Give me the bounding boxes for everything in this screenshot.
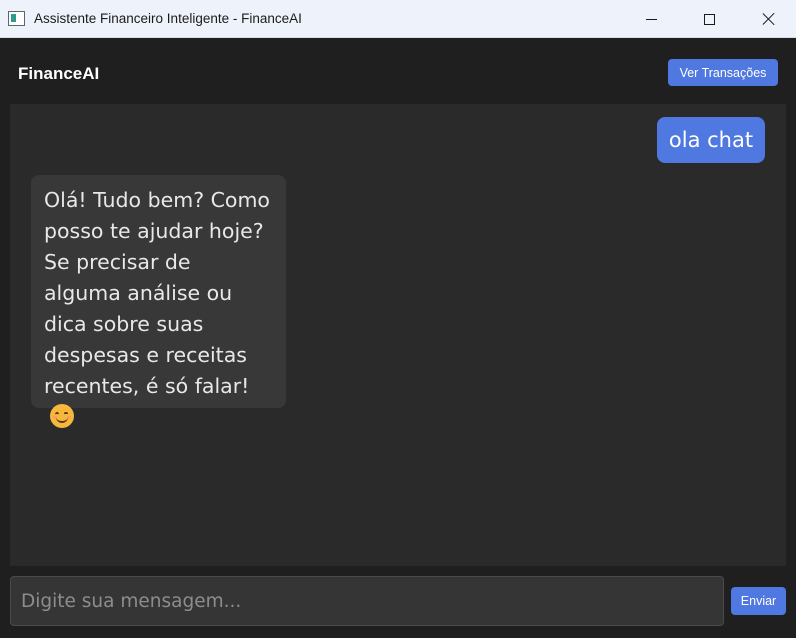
close-icon [762, 12, 776, 26]
app-window-icon [8, 11, 25, 26]
view-transactions-button[interactable]: Ver Transações [668, 59, 778, 86]
maximize-button[interactable] [686, 0, 732, 38]
chat-area[interactable]: ola chat Olá! Tudo bem? Como posso te aj… [10, 104, 786, 566]
title-bar[interactable]: Assistente Financeiro Inteligente - Fina… [0, 0, 796, 38]
minimize-button[interactable] [628, 0, 674, 38]
minimize-icon [645, 18, 657, 20]
user-message-bubble: ola chat [657, 117, 765, 163]
maximize-icon [703, 13, 715, 25]
assistant-message-text: Olá! Tudo bem? Como posso te ajudar hoje… [44, 188, 270, 398]
input-bar: Enviar [0, 566, 796, 638]
assistant-message-bubble: Olá! Tudo bem? Como posso te ajudar hoje… [31, 175, 286, 428]
close-button[interactable] [746, 0, 792, 38]
app-header: FinanceAI Ver Transações [0, 38, 796, 104]
app-window: Assistente Financeiro Inteligente - Fina… [0, 0, 796, 638]
window-title: Assistente Financeiro Inteligente - Fina… [34, 11, 302, 26]
brand-title: FinanceAI [18, 64, 100, 83]
smiling-face-emoji-icon [50, 404, 74, 428]
user-message-text: ola chat [668, 128, 754, 152]
message-input[interactable] [10, 576, 724, 626]
send-button[interactable]: Enviar [731, 587, 786, 615]
